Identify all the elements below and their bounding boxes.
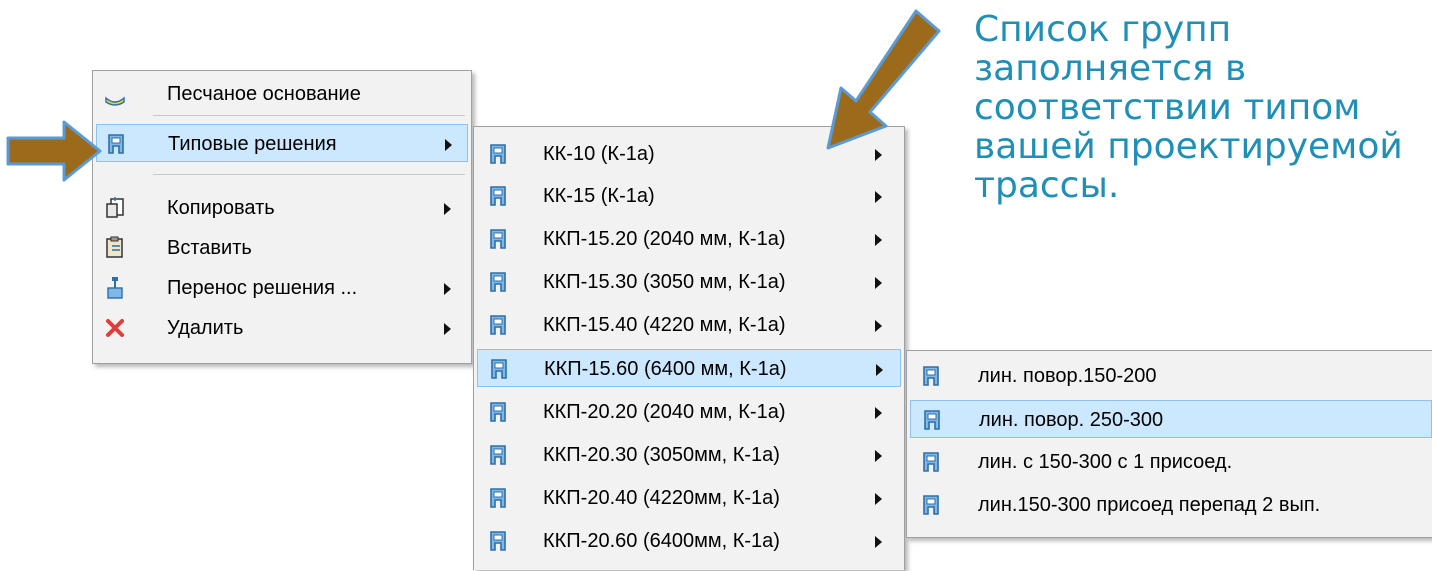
well-template-icon: [491, 359, 507, 379]
menu-item-label: ККП-15.60 (6400 мм, К-1а): [544, 358, 787, 380]
well-template-icon: [490, 186, 506, 206]
context-menu: Песчаное основание Типовые решения Копир…: [92, 70, 472, 364]
submenu-group-item[interactable]: ККП-15.20 (2040 мм, К-1а): [477, 220, 901, 258]
well-template-icon: [490, 144, 506, 164]
menu-item-label: лин. с 150-300 с 1 присоед.: [978, 451, 1233, 473]
menu-item-label: Копировать: [167, 197, 275, 219]
menu-item-label: Вставить: [167, 237, 252, 259]
menu-item-label: Удалить: [167, 317, 244, 339]
menu-item-label: ККП-20.20 (2040 мм, К-1а): [543, 401, 786, 423]
well-template-icon: [490, 488, 506, 508]
chevron-right-icon: [875, 407, 882, 419]
submenu-group-item[interactable]: ККП-20.60 (6400мм, К-1а): [477, 522, 901, 560]
menu-item-label: лин. повор. 250-300: [979, 409, 1164, 431]
submenu-group-item[interactable]: ККП-15.40 (4220 мм, К-1а): [477, 306, 901, 344]
well-template-icon: [490, 445, 506, 465]
chevron-right-icon: [875, 536, 882, 548]
submenu-solution-item-selected[interactable]: лин. повор. 250-300: [910, 400, 1432, 438]
paste-icon: [106, 236, 123, 258]
menu-item-copy[interactable]: Копировать: [96, 189, 468, 227]
chevron-right-icon: [875, 320, 882, 332]
menu-item-label: КК-15 (К-1а): [543, 185, 655, 207]
well-template-icon: [490, 402, 506, 422]
well-template-icon: [924, 410, 940, 430]
well-template-icon: [490, 272, 506, 292]
annotation-line: заполняется в: [974, 48, 1247, 89]
annotation-line: трассы.: [974, 165, 1120, 206]
submenu-solution-item[interactable]: лин. с 150-300 с 1 присоед.: [910, 443, 1432, 481]
well-template-icon: [108, 134, 124, 154]
menu-separator: [153, 115, 465, 116]
menu-item-paste[interactable]: Вставить: [96, 229, 468, 267]
chevron-right-icon: [875, 191, 882, 203]
pointer-arrow-diagonal-icon: [826, 9, 941, 150]
sand-layer-icon: [105, 96, 125, 106]
pointer-arrow-right-icon: [6, 120, 102, 182]
transfer-solution-icon: [107, 277, 123, 299]
submenu-solution-item[interactable]: лин. повор.150-200: [910, 357, 1432, 395]
submenu-solutions: лин. повор.150-200 лин. повор. 250-300 л…: [906, 350, 1432, 538]
menu-item-transfer-solution[interactable]: Перенос решения ...: [96, 269, 468, 307]
chevron-right-icon: [445, 139, 452, 151]
chevron-right-icon: [875, 234, 882, 246]
chevron-right-icon: [875, 493, 882, 505]
menu-separator: [153, 174, 465, 175]
chevron-right-icon: [876, 364, 883, 376]
menu-item-label: лин.150-300 присоед перепад 2 вып.: [978, 494, 1321, 516]
well-template-icon: [490, 531, 506, 551]
copy-icon: [106, 197, 124, 218]
menu-item-label: ККП-15.40 (4220 мм, К-1а): [543, 314, 786, 336]
annotation-text: Список групп заполняется в соответствии …: [974, 10, 1424, 205]
annotation-line: соответствии типом: [974, 87, 1361, 128]
chevron-right-icon: [444, 203, 451, 215]
menu-item-label: ККП-15.30 (3050 мм, К-1а): [543, 271, 786, 293]
menu-item-sand-base[interactable]: Песчаное основание: [96, 75, 468, 113]
menu-item-label: Песчаное основание: [167, 83, 361, 105]
menu-item-delete[interactable]: Удалить: [96, 309, 468, 347]
annotation-line: Список групп: [974, 9, 1232, 50]
well-template-icon: [923, 495, 939, 515]
chevron-right-icon: [875, 450, 882, 462]
submenu-group-item[interactable]: КК-15 (К-1а): [477, 177, 901, 215]
well-template-icon: [490, 229, 506, 249]
menu-item-label: лин. повор.150-200: [978, 365, 1157, 387]
well-template-icon: [923, 452, 939, 472]
well-template-icon: [490, 315, 506, 335]
submenu-group-item[interactable]: ККП-20.40 (4220мм, К-1а): [477, 479, 901, 517]
submenu-group-item[interactable]: ККП-20.20 (2040 мм, К-1а): [477, 393, 901, 431]
submenu-group-item[interactable]: ККП-20.30 (3050мм, К-1а): [477, 436, 901, 474]
menu-item-label: Типовые решения: [168, 133, 337, 155]
menu-item-typical-solutions[interactable]: Типовые решения: [96, 124, 468, 162]
chevron-right-icon: [444, 323, 451, 335]
well-template-icon: [923, 366, 939, 386]
annotation-line: вашей проектируемой: [974, 126, 1403, 167]
chevron-right-icon: [444, 283, 451, 295]
menu-item-label: ККП-15.20 (2040 мм, К-1а): [543, 228, 786, 250]
menu-item-label: ККП-20.30 (3050мм, К-1а): [543, 444, 780, 466]
submenu-group-item[interactable]: ККП-15.30 (3050 мм, К-1а): [477, 263, 901, 301]
menu-item-label: ККП-20.40 (4220мм, К-1а): [543, 487, 780, 509]
delete-x-icon: [106, 319, 124, 337]
submenu-group-item-selected[interactable]: ККП-15.60 (6400 мм, К-1а): [477, 349, 901, 387]
chevron-right-icon: [875, 277, 882, 289]
menu-item-label: КК-10 (К-1а): [543, 143, 655, 165]
submenu-solution-item[interactable]: лин.150-300 присоед перепад 2 вып.: [910, 486, 1432, 524]
menu-item-label: ККП-20.60 (6400мм, К-1а): [543, 530, 780, 552]
submenu-groups: КК-10 (К-1а) КК-15 (К-1а) ККП-15.20 (204…: [473, 126, 905, 570]
menu-item-label: Перенос решения ...: [167, 277, 358, 299]
